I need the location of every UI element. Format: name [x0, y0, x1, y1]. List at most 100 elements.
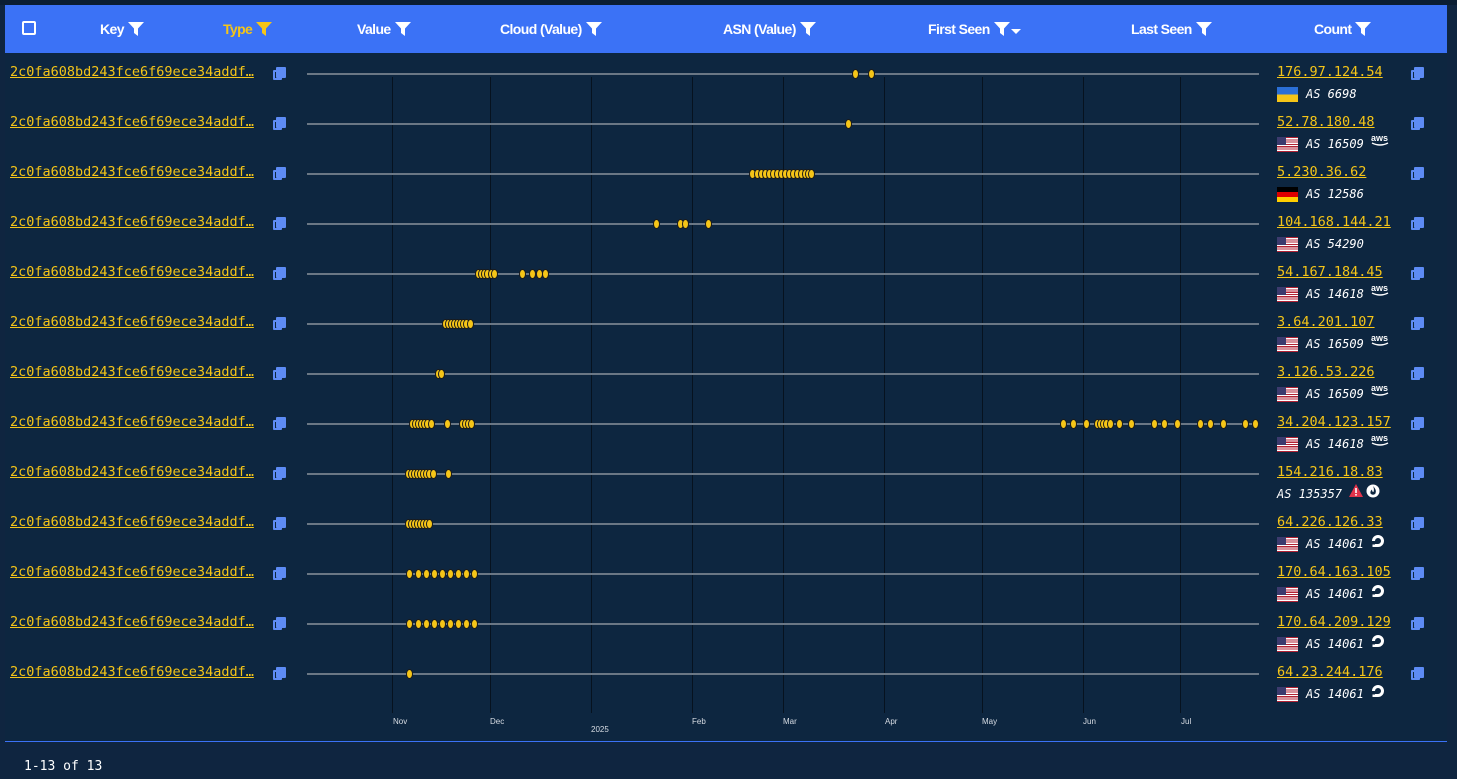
copy-icon[interactable] — [273, 117, 286, 131]
sighting-dot[interactable] — [1116, 419, 1123, 429]
sighting-dot[interactable] — [430, 469, 437, 479]
filter-icon[interactable] — [799, 22, 816, 36]
column-header-cloud[interactable]: Cloud (Value) — [500, 5, 602, 53]
sort-desc-icon[interactable] — [1010, 29, 1021, 34]
copy-icon[interactable] — [1411, 517, 1424, 531]
table-row[interactable]: 2c0fa608bd243fce6f69ece34addf… 104.168.14… — [5, 203, 1447, 253]
sighting-dot[interactable] — [653, 219, 660, 229]
table-row[interactable]: 2c0fa608bd243fce6f69ece34addf… 3.64.201.1… — [5, 303, 1447, 353]
table-row[interactable]: 2c0fa608bd243fce6f69ece34addf… 170.64.209… — [5, 603, 1447, 653]
copy-icon[interactable] — [1411, 267, 1424, 281]
column-header-value[interactable]: Value — [357, 5, 411, 53]
copy-icon[interactable] — [273, 67, 286, 81]
ip-value-link[interactable]: 54.167.184.45 — [1277, 264, 1383, 280]
column-header-type[interactable]: Type — [223, 5, 273, 53]
copy-icon[interactable] — [273, 467, 286, 481]
copy-icon[interactable] — [273, 667, 286, 681]
filter-icon[interactable] — [394, 22, 411, 36]
sighting-dot[interactable] — [406, 569, 413, 579]
sighting-dot[interactable] — [431, 619, 438, 629]
key-link[interactable]: 2c0fa608bd243fce6f69ece34addf… — [10, 114, 272, 130]
sighting-dot[interactable] — [471, 619, 478, 629]
sighting-dot[interactable] — [406, 619, 413, 629]
copy-icon[interactable] — [1411, 317, 1424, 331]
key-link[interactable]: 2c0fa608bd243fce6f69ece34addf… — [10, 364, 272, 380]
key-link[interactable]: 2c0fa608bd243fce6f69ece34addf… — [10, 464, 272, 480]
copy-icon[interactable] — [273, 367, 286, 381]
table-row[interactable]: 2c0fa608bd243fce6f69ece34addf… 3.126.53.2… — [5, 353, 1447, 403]
key-link[interactable]: 2c0fa608bd243fce6f69ece34addf… — [10, 664, 272, 680]
column-header-key[interactable]: Key — [100, 5, 144, 53]
table-row[interactable]: 2c0fa608bd243fce6f69ece34addf… 64.226.126… — [5, 503, 1447, 553]
sighting-dot[interactable] — [415, 569, 422, 579]
sighting-dot[interactable] — [1083, 419, 1090, 429]
sighting-dot[interactable] — [455, 569, 462, 579]
key-link[interactable]: 2c0fa608bd243fce6f69ece34addf… — [10, 164, 272, 180]
copy-icon[interactable] — [273, 567, 286, 581]
table-row[interactable]: 2c0fa608bd243fce6f69ece34addf… 54.167.184… — [5, 253, 1447, 303]
sighting-dot[interactable] — [455, 619, 462, 629]
sighting-dot[interactable] — [439, 569, 446, 579]
ip-value-link[interactable]: 3.126.53.226 — [1277, 364, 1375, 380]
column-header-count[interactable]: Count — [1314, 5, 1372, 53]
sighting-dot[interactable] — [423, 569, 430, 579]
select-all-checkbox[interactable] — [22, 21, 36, 35]
sighting-dot[interactable] — [467, 319, 474, 329]
copy-icon[interactable] — [1411, 467, 1424, 481]
sighting-dot[interactable] — [845, 119, 852, 129]
sighting-dot[interactable] — [415, 619, 422, 629]
table-row[interactable]: 2c0fa608bd243fce6f69ece34addf… 170.64.163… — [5, 553, 1447, 603]
table-row[interactable]: 2c0fa608bd243fce6f69ece34addf… 34.204.123… — [5, 403, 1447, 453]
ip-value-link[interactable]: 170.64.209.129 — [1277, 614, 1391, 630]
sighting-dot[interactable] — [406, 669, 413, 679]
copy-icon[interactable] — [1411, 167, 1424, 181]
sighting-dot[interactable] — [1242, 419, 1249, 429]
copy-icon[interactable] — [1411, 567, 1424, 581]
sighting-dot[interactable] — [468, 419, 475, 429]
column-header-first-seen[interactable]: First Seen — [928, 5, 1021, 53]
filter-icon[interactable] — [1355, 22, 1372, 36]
sighting-dot[interactable] — [431, 569, 438, 579]
sighting-dot[interactable] — [1197, 419, 1204, 429]
key-link[interactable]: 2c0fa608bd243fce6f69ece34addf… — [10, 414, 272, 430]
copy-icon[interactable] — [273, 517, 286, 531]
copy-icon[interactable] — [273, 317, 286, 331]
column-header-asn[interactable]: ASN (Value) — [723, 5, 816, 53]
sighting-dot[interactable] — [463, 619, 470, 629]
key-link[interactable]: 2c0fa608bd243fce6f69ece34addf… — [10, 614, 272, 630]
filter-icon[interactable] — [585, 22, 602, 36]
ip-value-link[interactable]: 64.23.244.176 — [1277, 664, 1383, 680]
ip-value-link[interactable]: 104.168.144.21 — [1277, 214, 1391, 230]
filter-icon[interactable] — [256, 22, 273, 36]
copy-icon[interactable] — [1411, 67, 1424, 81]
sighting-dot[interactable] — [463, 569, 470, 579]
ip-value-link[interactable]: 176.97.124.54 — [1277, 64, 1383, 80]
copy-icon[interactable] — [1411, 217, 1424, 231]
sighting-dot[interactable] — [852, 69, 859, 79]
ip-value-link[interactable]: 170.64.163.105 — [1277, 564, 1391, 580]
sighting-dot[interactable] — [444, 419, 451, 429]
copy-icon[interactable] — [273, 167, 286, 181]
sighting-dot[interactable] — [471, 569, 478, 579]
column-header-last-seen[interactable]: Last Seen — [1131, 5, 1212, 53]
ip-value-link[interactable]: 3.64.201.107 — [1277, 314, 1375, 330]
copy-icon[interactable] — [1411, 417, 1424, 431]
filter-icon[interactable] — [127, 22, 144, 36]
ip-value-link[interactable]: 154.216.18.83 — [1277, 464, 1383, 480]
copy-icon[interactable] — [273, 267, 286, 281]
sighting-dot[interactable] — [1151, 419, 1158, 429]
key-link[interactable]: 2c0fa608bd243fce6f69ece34addf… — [10, 64, 272, 80]
sighting-dot[interactable] — [491, 269, 498, 279]
table-row[interactable]: 2c0fa608bd243fce6f69ece34addf… 154.216.18… — [5, 453, 1447, 503]
sighting-dot[interactable] — [1070, 419, 1077, 429]
sighting-dot[interactable] — [1174, 419, 1181, 429]
sighting-dot[interactable] — [1161, 419, 1168, 429]
table-row[interactable]: 2c0fa608bd243fce6f69ece34addf… 5.230.36.6… — [5, 153, 1447, 203]
sighting-dot[interactable] — [682, 219, 689, 229]
key-link[interactable]: 2c0fa608bd243fce6f69ece34addf… — [10, 314, 272, 330]
ip-value-link[interactable]: 34.204.123.157 — [1277, 414, 1391, 430]
key-link[interactable]: 2c0fa608bd243fce6f69ece34addf… — [10, 564, 272, 580]
key-link[interactable]: 2c0fa608bd243fce6f69ece34addf… — [10, 214, 272, 230]
ip-value-link[interactable]: 5.230.36.62 — [1277, 164, 1366, 180]
sighting-dot[interactable] — [519, 269, 526, 279]
